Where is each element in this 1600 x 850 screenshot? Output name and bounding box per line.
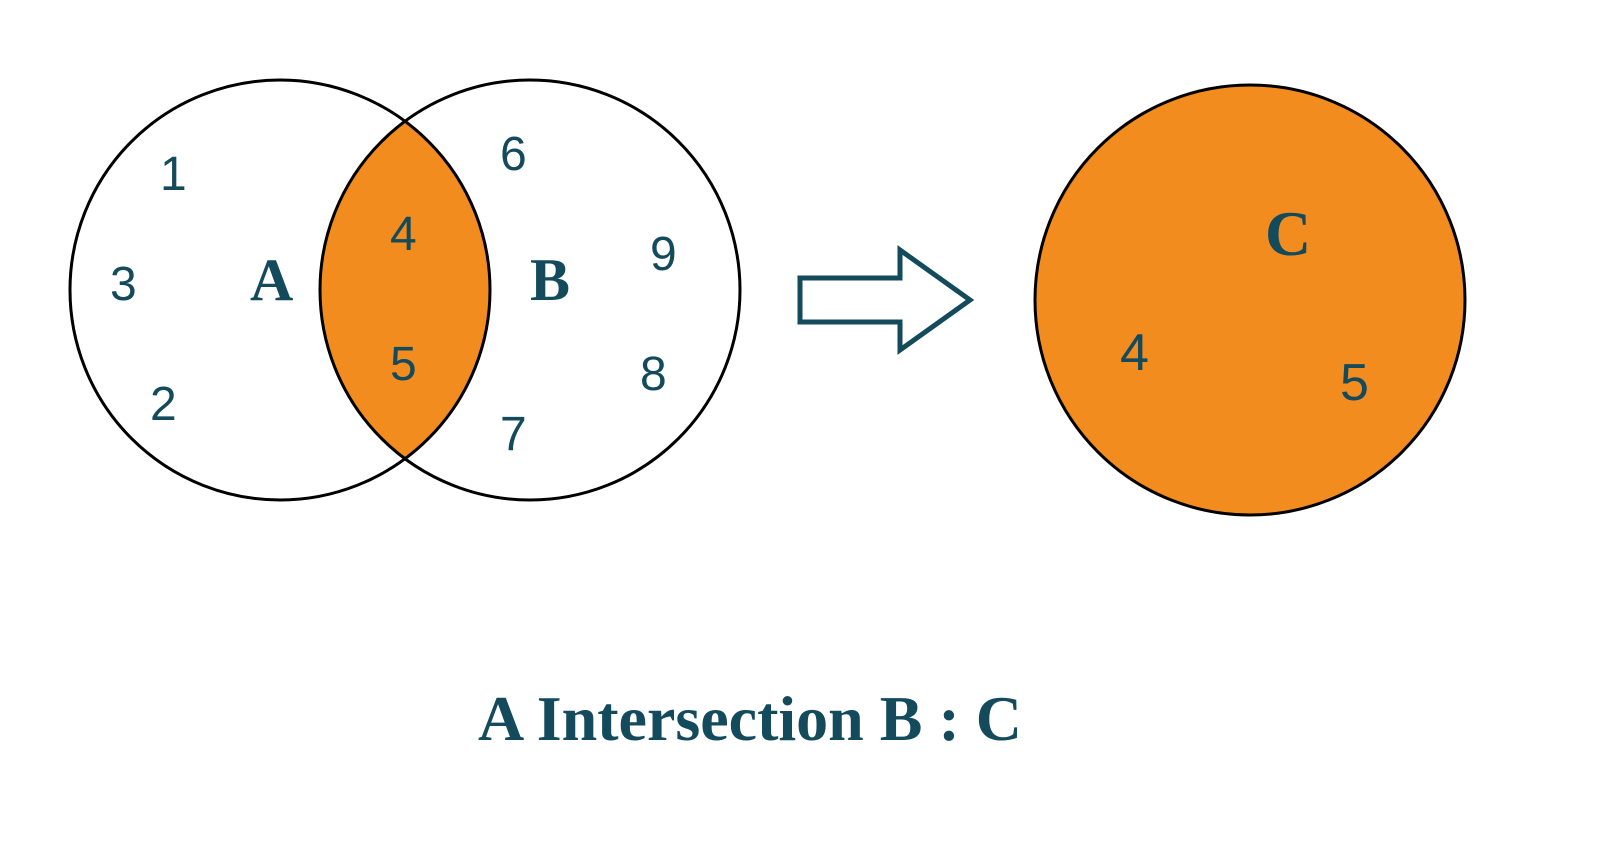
set-c-label: C — [1265, 198, 1311, 269]
set-a-value: 3 — [110, 258, 137, 311]
intersection-value: 4 — [390, 208, 417, 261]
set-a-value: 1 — [160, 148, 187, 201]
diagram-caption: A Intersection B : C — [478, 683, 1022, 754]
set-a-label: A — [250, 247, 293, 313]
set-b-label: B — [530, 247, 570, 313]
set-c-circle — [1035, 85, 1465, 515]
intersection-value: 5 — [390, 338, 417, 391]
set-b-value: 8 — [640, 348, 667, 401]
set-c-value: 5 — [1340, 354, 1369, 412]
set-b-value: 7 — [500, 408, 527, 461]
set-a-value: 2 — [150, 378, 177, 431]
set-c-value: 4 — [1120, 324, 1149, 382]
set-b-value: 9 — [650, 228, 677, 281]
venn-diagram: 1 3 2 A 4 5 B 6 9 8 7 C 4 5 A Intersecti… — [0, 0, 1600, 850]
arrow-icon — [800, 250, 970, 350]
set-b-value: 6 — [500, 128, 527, 181]
